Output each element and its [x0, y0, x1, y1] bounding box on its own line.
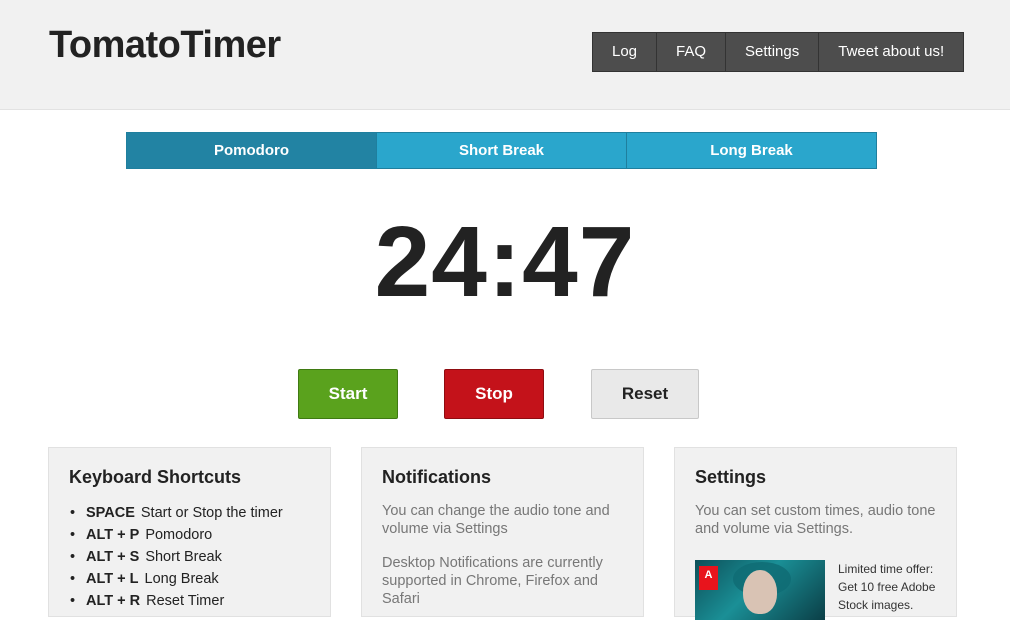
- list-item: ALT + L Long Break: [69, 568, 310, 590]
- reset-button[interactable]: Reset: [591, 369, 699, 419]
- notifications-support-text: Desktop Notifications are currently supp…: [382, 555, 603, 607]
- shortcut-key: ALT + S: [86, 549, 140, 565]
- settings-text: You can set custom times, audio tone and…: [695, 503, 936, 537]
- ad-image[interactable]: A: [695, 560, 825, 620]
- logo[interactable]: TomatoTimer: [49, 24, 281, 67]
- panel-title: Keyboard Shortcuts: [69, 467, 242, 487]
- nav-log[interactable]: Log: [593, 33, 658, 71]
- keyboard-shortcuts-panel: Keyboard Shortcuts SPACE Start or Stop th…: [48, 447, 331, 617]
- notifications-text: You can change the audio tone and volume…: [382, 503, 610, 537]
- nav-faq[interactable]: FAQ: [657, 33, 727, 71]
- shortcut-desc: Start or Stop the timer: [140, 505, 283, 521]
- shortcut-key: ALT + R: [86, 593, 141, 609]
- shortcut-list: SPACE Start or Stop the timer ALT + P Pomo…: [69, 502, 310, 612]
- shortcut-key: SPACE: [86, 505, 135, 521]
- list-item: SPACE Start or Stop the timer: [69, 502, 310, 524]
- timer-display: 24:47: [374, 206, 636, 318]
- shortcut-desc: Reset Timer: [146, 593, 225, 609]
- list-item: ALT + R Reset Timer: [69, 590, 310, 612]
- top-nav: Log FAQ Settings Tweet about us!: [592, 32, 965, 72]
- tab-short-break[interactable]: Short Break: [377, 133, 627, 168]
- nav-settings[interactable]: Settings: [726, 33, 820, 71]
- adobe-logo-icon: A: [699, 566, 718, 590]
- tab-pomodoro[interactable]: Pomodoro: [127, 133, 377, 168]
- settings-panel: Settings You can set custom times, audio…: [674, 447, 957, 620]
- shortcut-desc: Short Break: [145, 549, 222, 565]
- panel-title: Settings: [695, 467, 767, 487]
- start-button[interactable]: Start: [298, 369, 398, 419]
- stop-button[interactable]: Stop: [444, 369, 544, 419]
- shortcut-key: ALT + P: [86, 527, 140, 543]
- notifications-panel: Notifications You can change the audio t…: [361, 447, 644, 617]
- tab-long-break[interactable]: Long Break: [627, 133, 876, 168]
- panel-title: Notifications: [382, 467, 492, 487]
- list-item: ALT + P Pomodoro: [69, 524, 310, 546]
- nav-tweet[interactable]: Tweet about us!: [819, 33, 963, 71]
- ad-face-shape: [743, 570, 777, 614]
- list-item: ALT + S Short Break: [69, 546, 310, 568]
- shortcut-desc: Pomodoro: [145, 527, 213, 543]
- shortcut-key: ALT + L: [86, 571, 139, 587]
- mode-tabs: Pomodoro Short Break Long Break: [126, 132, 877, 169]
- shortcut-desc: Long Break: [144, 571, 219, 587]
- ad-text[interactable]: Limited time offer: Get 10 free Adobe St…: [838, 560, 948, 614]
- header: TomatoTimer Log FAQ Settings Tweet about…: [0, 0, 1010, 110]
